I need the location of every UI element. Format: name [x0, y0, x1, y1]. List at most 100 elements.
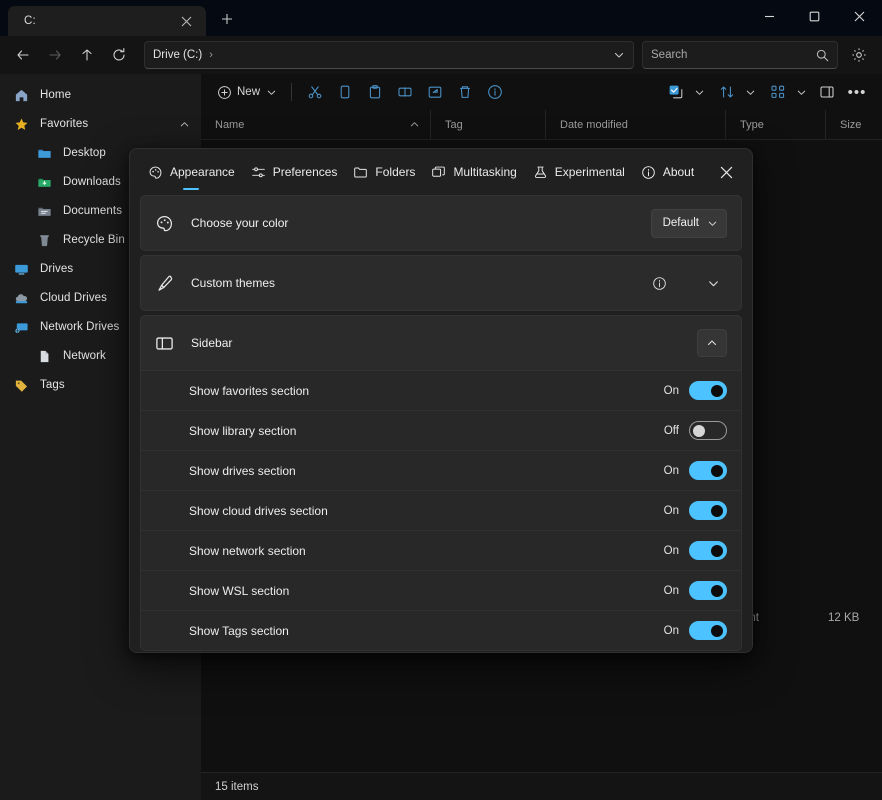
address-bar[interactable]: Drive (C:) › — [144, 41, 634, 69]
back-button[interactable] — [8, 41, 38, 69]
sidebar-item-label: Home — [40, 89, 72, 101]
tab-drive-c[interactable]: C: — [8, 6, 206, 36]
paste-button[interactable] — [360, 79, 390, 105]
toggle-show-wsl-section[interactable] — [689, 581, 727, 600]
sort-icon[interactable] — [712, 79, 742, 105]
setting-row-show-wsl-section: Show WSL section On — [140, 571, 742, 611]
layout-button[interactable] — [761, 79, 812, 105]
column-header-size[interactable]: Size — [826, 110, 882, 139]
sidebar-item-label: Network Drives — [40, 321, 120, 333]
info-circle-icon[interactable] — [645, 270, 673, 296]
new-tab-button[interactable] — [212, 4, 242, 34]
toggle-show-cloud-drives-section[interactable] — [689, 501, 727, 520]
window-controls — [747, 0, 882, 32]
file-explorer-window: C: Drive (C:) › Search Home Favorites De… — [0, 0, 882, 800]
toggle-group: On — [664, 501, 727, 520]
toggle-show-drives-section[interactable] — [689, 461, 727, 480]
color-theme-dropdown[interactable]: Default — [650, 208, 727, 238]
rename-button[interactable] — [390, 79, 420, 105]
overflow-menu-button[interactable]: ••• — [842, 79, 872, 105]
chevron-up-icon[interactable] — [179, 119, 190, 130]
close-button[interactable] — [837, 0, 882, 32]
cut-button[interactable] — [300, 79, 330, 105]
info-circle-icon — [641, 165, 656, 180]
toggle-show-tags-section[interactable] — [689, 621, 727, 640]
up-button[interactable] — [72, 41, 102, 69]
chevron-down-icon[interactable] — [793, 87, 810, 98]
brush-icon — [155, 274, 183, 293]
chevron-up-icon[interactable] — [697, 329, 727, 357]
setting-row-show-cloud-drives-section: Show cloud drives section On — [140, 491, 742, 531]
search-input[interactable]: Search — [651, 49, 816, 61]
properties-button[interactable] — [480, 79, 510, 105]
forward-button[interactable] — [40, 41, 70, 69]
chevron-down-icon[interactable] — [266, 87, 277, 98]
close-icon[interactable] — [712, 159, 740, 185]
tab-label: Appearance — [170, 165, 235, 179]
breadcrumb-separator: › — [209, 49, 213, 61]
column-header-type[interactable]: Type — [726, 110, 826, 139]
refresh-button[interactable] — [104, 41, 134, 69]
tab-preferences[interactable]: Preferences — [243, 152, 346, 192]
new-button[interactable]: New — [211, 79, 283, 105]
tab-folders[interactable]: Folders — [345, 152, 423, 192]
checkbox-select-icon[interactable] — [661, 79, 691, 105]
tab-label: Experimental — [554, 165, 625, 179]
tab-multitasking[interactable]: Multitasking — [423, 152, 524, 192]
search-box[interactable]: Search — [642, 41, 838, 69]
toggle-group: Off — [664, 421, 727, 440]
tab-experimental[interactable]: Experimental — [525, 152, 633, 192]
column-headers: Name Tag Date modified Type Size — [201, 110, 882, 140]
setting-control — [697, 329, 727, 357]
title-bar: C: — [0, 0, 882, 36]
delete-button[interactable] — [450, 79, 480, 105]
chevron-down-icon[interactable] — [699, 270, 727, 296]
close-icon[interactable] — [176, 11, 196, 31]
preview-pane-button[interactable] — [812, 79, 842, 105]
sort-button[interactable] — [710, 79, 761, 105]
gear-icon[interactable] — [844, 41, 874, 69]
chevron-up-icon — [409, 119, 420, 130]
search-icon[interactable] — [816, 49, 829, 62]
chevron-down-icon[interactable] — [742, 87, 759, 98]
column-header-tag[interactable]: Tag — [431, 110, 546, 139]
folder-documents-icon — [37, 204, 57, 219]
share-button[interactable] — [420, 79, 450, 105]
chevron-down-icon[interactable] — [691, 87, 708, 98]
toggle-group: On — [664, 621, 727, 640]
sidebar-section-header[interactable]: Sidebar — [140, 315, 742, 371]
sidebar-item-favorites[interactable]: Favorites — [5, 110, 196, 138]
minimize-button[interactable] — [747, 0, 792, 32]
tab-about[interactable]: About — [633, 152, 702, 192]
sidebar-item-label: Tags — [40, 379, 65, 391]
copy-button[interactable] — [330, 79, 360, 105]
chevron-down-icon[interactable] — [613, 49, 625, 61]
breadcrumb[interactable]: Drive (C:) — [153, 49, 202, 61]
palette-icon — [155, 214, 183, 233]
custom-themes-row[interactable]: Custom themes — [140, 255, 742, 311]
toggle-show-library-section[interactable] — [689, 421, 727, 440]
toggle-group: On — [664, 461, 727, 480]
toggle-show-favorites-section[interactable] — [689, 381, 727, 400]
toggle-state-label: On — [663, 584, 679, 597]
settings-tab-bar: Appearance Preferences Folders Multitask… — [130, 149, 752, 195]
tab-appearance[interactable]: Appearance — [140, 152, 243, 192]
layout-grid-icon[interactable] — [763, 79, 793, 105]
setting-label: Show cloud drives section — [189, 503, 328, 518]
tab-label: C: — [24, 15, 36, 27]
folder-downloads-icon — [37, 175, 57, 190]
column-label: Name — [215, 118, 245, 131]
maximize-button[interactable] — [792, 0, 837, 32]
sidebar-item-home[interactable]: Home — [5, 81, 196, 109]
network-drive-icon — [14, 320, 34, 335]
setting-label: Show network section — [189, 543, 306, 558]
toggle-show-network-section[interactable] — [689, 541, 727, 560]
sliders-icon — [251, 165, 266, 180]
status-bar: 15 items — [201, 772, 882, 800]
column-header-name[interactable]: Name — [201, 110, 431, 139]
home-icon — [14, 88, 34, 103]
settings-content: Choose your color Default Custom themes … — [130, 195, 752, 651]
star-icon — [14, 117, 34, 132]
column-header-date-modified[interactable]: Date modified — [546, 110, 726, 139]
selection-button[interactable] — [659, 79, 710, 105]
